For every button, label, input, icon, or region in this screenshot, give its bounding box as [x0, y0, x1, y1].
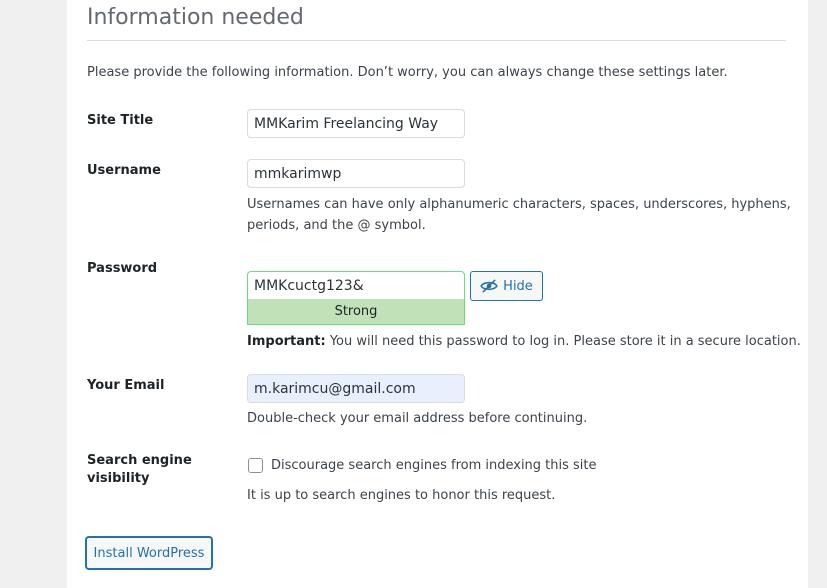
setup-panel: Information needed Please provide the fo… — [67, 0, 808, 588]
password-label: Password — [87, 261, 158, 276]
password-strength-indicator: Strong — [247, 299, 465, 325]
eye-slash-icon — [480, 279, 498, 293]
visibility-label-line2: visibility — [87, 471, 150, 486]
username-help-line1: Usernames can have only alphanumeric cha… — [247, 197, 791, 212]
install-wordpress-button[interactable]: Install WordPress — [86, 537, 212, 569]
intro-text: Please provide the following information… — [87, 65, 728, 80]
username-label: Username — [87, 163, 161, 178]
password-important-note: Important: You will need this password t… — [247, 331, 801, 352]
email-label: Your Email — [87, 378, 165, 393]
username-input[interactable] — [247, 159, 465, 188]
visibility-help: It is up to search engines to honor this… — [247, 488, 556, 503]
username-help-line2: periods, and the @ symbol. — [247, 218, 426, 233]
important-text: You will need this password to log in. P… — [325, 334, 801, 349]
site-title-label: Site Title — [87, 113, 154, 128]
email-help: Double-check your email address before c… — [247, 411, 588, 426]
discourage-search-checkbox[interactable] — [248, 458, 263, 473]
hide-password-button[interactable]: Hide — [470, 271, 543, 301]
visibility-label-line1: Search engine — [87, 453, 192, 468]
heading-divider — [87, 40, 786, 41]
important-label: Important: — [247, 334, 326, 349]
visibility-label: Search engine visibility — [87, 452, 192, 488]
discourage-search-label[interactable]: Discourage search engines from indexing … — [271, 458, 597, 474]
password-input[interactable] — [247, 271, 465, 300]
page-title: Information needed — [87, 5, 304, 30]
hide-password-label: Hide — [503, 278, 533, 294]
email-input[interactable] — [247, 374, 465, 403]
username-help: Usernames can have only alphanumeric cha… — [247, 194, 791, 236]
site-title-input[interactable] — [247, 109, 465, 138]
